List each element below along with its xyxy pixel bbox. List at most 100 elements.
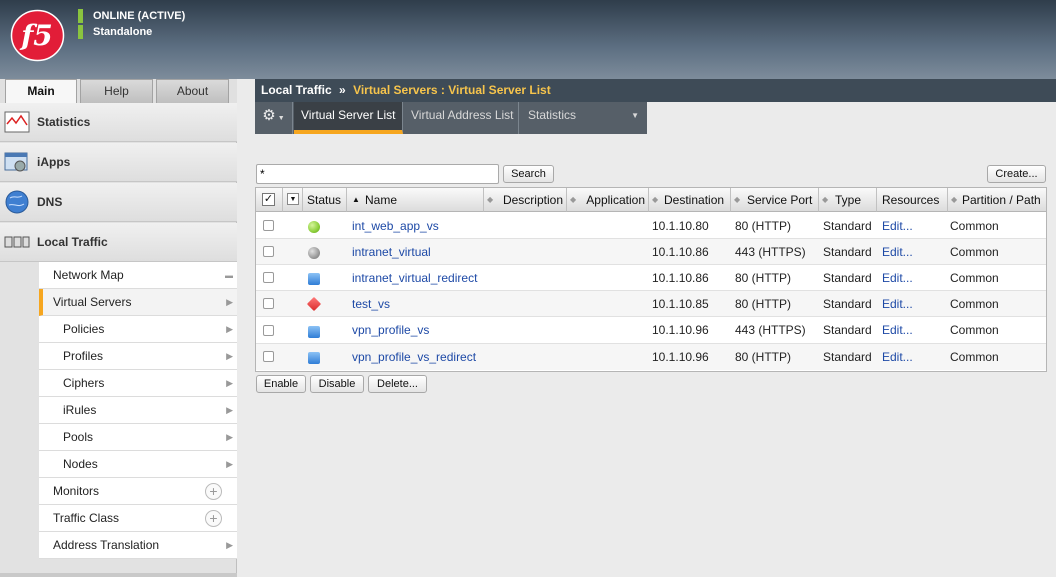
table-row[interactable]: test_vs 10.1.10.85 80 (HTTP) Standard Ed…: [256, 291, 1046, 317]
breadcrumb-root[interactable]: Local Traffic: [261, 83, 332, 97]
menu-item-label: Nodes: [63, 457, 98, 471]
row-type: Standard: [823, 350, 872, 364]
create-button[interactable]: Create...: [987, 165, 1046, 183]
menu-item-label: Pools: [63, 430, 94, 444]
disable-button[interactable]: Disable: [310, 375, 364, 393]
tab-statistics[interactable]: Statistics ▼: [520, 102, 647, 134]
tab-virtual-address-list[interactable]: Virtual Address List: [404, 102, 519, 134]
menu-item-profiles[interactable]: Profiles ▶: [39, 343, 237, 370]
row-resources-edit-link[interactable]: Edit...: [882, 344, 913, 370]
header-application[interactable]: ◆ Application: [567, 188, 649, 212]
row-name-link[interactable]: intranet_virtual: [352, 239, 431, 265]
header-destination[interactable]: ◆ Destination: [649, 188, 731, 212]
sidebar-section-iapps[interactable]: iApps: [0, 143, 237, 182]
row-name-link[interactable]: vpn_profile_vs: [352, 317, 429, 344]
settings-menu[interactable]: ⚙ ▼: [255, 102, 293, 134]
header-type[interactable]: ◆ Type: [819, 188, 877, 212]
row-resources-edit-link[interactable]: Edit...: [882, 213, 913, 239]
row-name-link[interactable]: int_web_app_vs: [352, 213, 439, 239]
device-status: ONLINE (ACTIVE): [78, 9, 185, 23]
menu-item-policies[interactable]: Policies ▶: [39, 316, 237, 343]
header-service-port[interactable]: ◆ Service Port: [731, 188, 819, 212]
caret-down-icon: ▼: [631, 111, 639, 120]
chevron-right-icon: ▶: [226, 351, 233, 361]
row-destination: 10.1.10.96: [652, 323, 709, 337]
menu-item-label: Profiles: [63, 349, 104, 363]
row-name-link[interactable]: intranet_virtual_redirect: [352, 265, 477, 291]
table-row[interactable]: int_web_app_vs 10.1.10.80 80 (HTTP) Stan…: [256, 213, 1046, 239]
search-input[interactable]: [256, 164, 499, 184]
header-name[interactable]: ▲ Name: [347, 188, 484, 212]
sort-icon: ◆: [487, 195, 494, 204]
column-menu[interactable]: ▼: [283, 188, 303, 212]
tab-help[interactable]: Help: [80, 79, 153, 103]
tab-label: Statistics: [528, 108, 577, 122]
row-checkbox[interactable]: [263, 325, 274, 336]
row-checkbox[interactable]: [263, 351, 274, 362]
tab-about[interactable]: About: [156, 79, 229, 103]
row-destination: 10.1.10.80: [652, 219, 709, 233]
menu-item-address-translation[interactable]: Address Translation ▶: [39, 532, 237, 559]
row-resources-edit-link[interactable]: Edit...: [882, 265, 913, 291]
status-offline-diamond-icon: [306, 296, 322, 312]
row-name-link[interactable]: test_vs: [352, 291, 390, 317]
row-checkbox[interactable]: [263, 272, 274, 283]
menu-item-label: Monitors: [53, 484, 100, 498]
tab-main[interactable]: Main: [5, 79, 77, 104]
logo-text: f5: [19, 19, 53, 52]
row-resources-edit-link[interactable]: Edit...: [882, 291, 913, 317]
header-description[interactable]: ◆ Description: [484, 188, 567, 212]
menu-item-irules[interactable]: iRules ▶: [39, 397, 237, 424]
f5-logo[interactable]: f5: [10, 9, 65, 62]
header-partition[interactable]: ◆ Partition / Path: [948, 188, 1046, 212]
header-status[interactable]: Status: [303, 188, 347, 212]
row-name-link[interactable]: vpn_profile_vs_redirect: [352, 344, 476, 370]
chevron-right-icon: ▶: [226, 540, 233, 550]
select-all-checkbox[interactable]: ✓: [262, 193, 275, 206]
subtab-bar: ⚙ ▼ Virtual Server List Virtual Address L…: [255, 102, 647, 134]
header-label: Service Port: [747, 193, 813, 207]
row-resources-edit-link[interactable]: Edit...: [882, 239, 913, 265]
header-label: Destination: [664, 193, 725, 207]
chevron-right-icon: ▶: [226, 405, 233, 415]
add-icon[interactable]: +: [205, 510, 222, 527]
row-checkbox[interactable]: [263, 246, 274, 257]
tab-virtual-server-list[interactable]: Virtual Server List: [294, 102, 403, 134]
sidebar-section-local-traffic[interactable]: Local Traffic: [0, 223, 237, 262]
menu-item-pools[interactable]: Pools ▶: [39, 424, 237, 451]
chevron-right-icon: ▶: [226, 432, 233, 442]
menu-item-ciphers[interactable]: Ciphers ▶: [39, 370, 237, 397]
menu-item-monitors[interactable]: Monitors +: [39, 478, 237, 505]
sidebar-section-label: iApps: [37, 155, 71, 169]
row-type: Standard: [823, 219, 872, 233]
row-destination: 10.1.10.86: [652, 271, 709, 285]
sort-icon: ◆: [570, 195, 577, 204]
menu-item-network-map[interactable]: Network Map ▬: [39, 262, 237, 289]
table-row[interactable]: vpn_profile_vs 10.1.10.96 443 (HTTPS) St…: [256, 317, 1046, 344]
row-checkbox[interactable]: [263, 220, 274, 231]
header-resources[interactable]: Resources: [877, 188, 948, 212]
row-checkbox[interactable]: [263, 298, 274, 309]
table-row[interactable]: vpn_profile_vs_redirect 10.1.10.96 80 (H…: [256, 344, 1046, 370]
row-resources-edit-link[interactable]: Edit...: [882, 317, 913, 344]
delete-button[interactable]: Delete...: [368, 375, 427, 393]
header-label: Name: [365, 193, 398, 207]
menu-item-virtual-servers[interactable]: Virtual Servers ▶: [39, 289, 237, 316]
add-icon[interactable]: +: [205, 483, 222, 500]
menu-item-nodes[interactable]: Nodes ▶: [39, 451, 237, 478]
row-destination: 10.1.10.86: [652, 245, 709, 259]
local-traffic-icon: [4, 236, 30, 248]
breadcrumb-current[interactable]: Virtual Servers : Virtual Server List: [353, 83, 551, 97]
row-destination: 10.1.10.85: [652, 297, 709, 311]
sidebar-section-dns[interactable]: DNS: [0, 183, 237, 222]
table-row[interactable]: intranet_virtual_redirect 10.1.10.86 80 …: [256, 265, 1046, 291]
virtual-server-table: ✓ ▼ Status ▲ Name ◆ Description ◆ Applicati…: [255, 187, 1047, 372]
select-all-header[interactable]: ✓: [256, 188, 283, 212]
table-row[interactable]: intranet_virtual 10.1.10.86 443 (HTTPS) …: [256, 239, 1046, 265]
search-button[interactable]: Search: [503, 165, 554, 183]
sidebar-section-statistics[interactable]: Statistics: [0, 103, 237, 142]
row-partition: Common: [950, 323, 999, 337]
enable-button[interactable]: Enable: [256, 375, 306, 393]
menu-item-label: Virtual Servers: [53, 295, 132, 309]
menu-item-traffic-class[interactable]: Traffic Class +: [39, 505, 237, 532]
